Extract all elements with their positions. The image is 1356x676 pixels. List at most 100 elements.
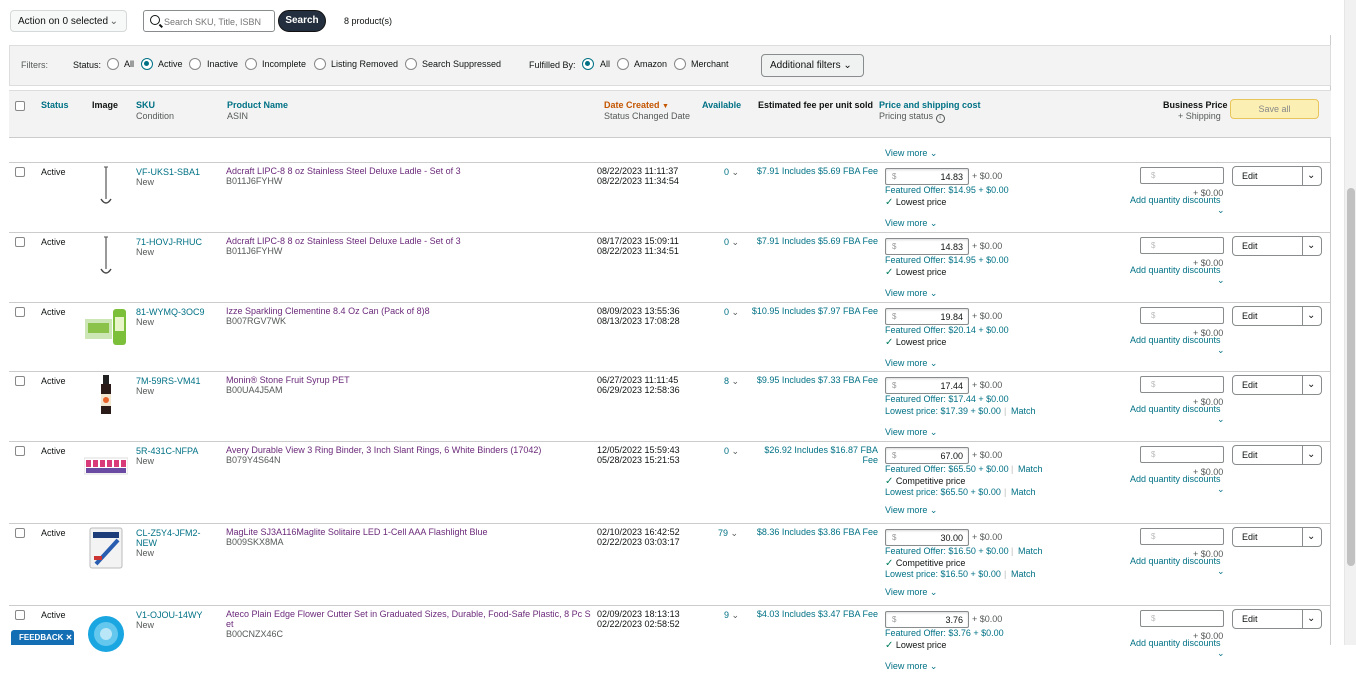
edit-button[interactable]: Edit ⌄	[1232, 306, 1322, 326]
col-product-name[interactable]: Product Name	[227, 100, 288, 111]
bulk-action-dropdown[interactable]: Action on 0 selected ⌄	[10, 10, 127, 32]
price-input[interactable]: $14.83	[885, 168, 969, 185]
featured-match-link[interactable]: Match	[1018, 546, 1043, 556]
status-option-search-suppressed[interactable]: Search Suppressed	[422, 59, 501, 69]
available-dropdown[interactable]: 0 ⌄	[724, 307, 739, 317]
status-option-incomplete[interactable]: Incomplete	[262, 59, 306, 69]
add-quantity-discounts-link[interactable]: Add quantity discounts	[1130, 335, 1221, 345]
estimated-fee-link[interactable]: $9.95 Includes $7.33 FBA Fee	[757, 375, 878, 385]
chevron-down-icon[interactable]: ⌄	[1217, 345, 1225, 355]
chevron-down-icon[interactable]: ⌄	[1217, 566, 1225, 576]
chevron-down-icon[interactable]: ⌄	[1217, 205, 1225, 215]
info-icon[interactable]: i	[935, 114, 945, 123]
chevron-down-icon[interactable]: ⌄	[1307, 531, 1315, 542]
add-quantity-discounts-link[interactable]: Add quantity discounts	[1130, 638, 1221, 648]
business-price-input[interactable]: $	[1140, 376, 1224, 393]
price-input[interactable]: $19.84	[885, 308, 969, 325]
product-name-link[interactable]: Avery Durable View 3 Ring Binder, 3 Inch…	[226, 445, 541, 455]
sku-link[interactable]: V1-OJOU-14WY	[136, 610, 203, 620]
price-input[interactable]: $67.00	[885, 447, 969, 464]
estimated-fee-link[interactable]: $8.36 Includes $3.86 FBA Fee	[757, 527, 878, 537]
chevron-down-icon[interactable]: ⌄	[1217, 414, 1225, 424]
edit-button[interactable]: Edit ⌄	[1232, 609, 1322, 629]
fulfilled-option-merchant[interactable]: Merchant	[691, 59, 729, 69]
chevron-down-icon[interactable]: ⌄	[1307, 613, 1315, 624]
status-option-active[interactable]: Active	[158, 59, 183, 69]
available-dropdown[interactable]: 0 ⌄	[724, 237, 739, 247]
feedback-tab[interactable]: FEEDBACK ✕	[11, 630, 74, 645]
price-input[interactable]: $14.83	[885, 238, 969, 255]
estimated-fee-link[interactable]: $26.92 Includes $16.87 FBA	[764, 445, 878, 455]
sku-link[interactable]: VF-UKS1-SBA1	[136, 167, 200, 177]
scrollbar-thumb[interactable]	[1347, 188, 1355, 566]
business-price-input[interactable]: $	[1140, 167, 1224, 184]
product-image[interactable]	[83, 444, 129, 488]
chevron-down-icon[interactable]: ⌄	[1307, 310, 1315, 321]
available-dropdown[interactable]: 0 ⌄	[724, 446, 739, 456]
add-quantity-discounts-link[interactable]: Add quantity discounts	[1130, 404, 1221, 414]
fulfilled-radio-merchant[interactable]	[674, 58, 686, 70]
chevron-down-icon[interactable]: ⌄	[1307, 379, 1315, 390]
fulfilled-radio-amazon[interactable]	[617, 58, 629, 70]
price-input[interactable]: $3.76	[885, 611, 969, 628]
add-quantity-discounts-link[interactable]: Add quantity discounts	[1130, 265, 1221, 275]
business-price-input[interactable]: $	[1140, 446, 1224, 463]
sku-link-continued[interactable]: NEW	[136, 538, 157, 548]
product-name-link[interactable]: Monin® Stone Fruit Syrup PET	[226, 375, 350, 385]
fulfilled-option-all[interactable]: All	[600, 59, 610, 69]
status-radio-active[interactable]	[141, 58, 153, 70]
sku-link[interactable]: 81-WYMQ-3OC9	[136, 307, 205, 317]
add-quantity-discounts-link[interactable]: Add quantity discounts	[1130, 556, 1221, 566]
sku-link[interactable]: 7M-59RS-VM41	[136, 376, 201, 386]
available-dropdown[interactable]: 8 ⌄	[724, 376, 739, 386]
product-image[interactable]	[84, 165, 128, 209]
row-checkbox[interactable]	[15, 307, 25, 317]
edit-button[interactable]: Edit ⌄	[1232, 445, 1322, 465]
product-name-link[interactable]: Izze Sparkling Clementine 8.4 Oz Can (Pa…	[226, 306, 430, 316]
product-image[interactable]	[84, 235, 128, 279]
business-price-input[interactable]: $	[1140, 610, 1224, 627]
product-image[interactable]	[84, 608, 128, 652]
chevron-down-icon[interactable]: ⌄	[1307, 449, 1315, 460]
search-field[interactable]	[143, 10, 275, 32]
col-sku[interactable]: SKU	[136, 100, 155, 111]
save-all-button[interactable]: Save all	[1230, 99, 1319, 119]
product-name-link[interactable]: MagLite SJ3A116Maglite Solitaire LED 1-C…	[226, 527, 487, 537]
product-image[interactable]	[84, 526, 128, 570]
lowest-match-link[interactable]: Match	[1011, 406, 1036, 416]
chevron-down-icon[interactable]: ⌄	[1217, 275, 1225, 285]
sku-link[interactable]: 71-HOVJ-RHUC	[136, 237, 202, 247]
vertical-scrollbar[interactable]	[1344, 0, 1356, 645]
lowest-match-link[interactable]: Match	[1011, 569, 1036, 579]
chevron-down-icon[interactable]: ⌄	[1307, 170, 1315, 181]
estimated-fee-link[interactable]: $4.03 Includes $3.47 FBA Fee	[757, 609, 878, 619]
search-input[interactable]	[164, 14, 272, 29]
col-status[interactable]: Status	[41, 100, 69, 111]
lowest-match-link[interactable]: Match	[1011, 487, 1036, 497]
business-price-input[interactable]: $	[1140, 237, 1224, 254]
status-option-inactive[interactable]: Inactive	[207, 59, 238, 69]
price-input[interactable]: $17.44	[885, 377, 969, 394]
view-more-link[interactable]: View more ⌄	[885, 148, 937, 159]
row-checkbox[interactable]	[15, 376, 25, 386]
row-checkbox[interactable]	[15, 446, 25, 456]
available-dropdown[interactable]: 79 ⌄	[718, 528, 738, 538]
view-more-link[interactable]: View more ⌄	[885, 505, 937, 515]
select-all-checkbox[interactable]	[15, 101, 25, 111]
sku-link[interactable]: 5R-431C-NFPA	[136, 446, 198, 456]
estimated-fee-continued[interactable]: Fee	[862, 455, 878, 465]
status-radio-inactive[interactable]	[189, 58, 201, 70]
row-checkbox[interactable]	[15, 237, 25, 247]
chevron-down-icon[interactable]: ⌄	[1307, 240, 1315, 251]
search-button[interactable]: Search	[278, 10, 326, 32]
edit-button[interactable]: Edit ⌄	[1232, 527, 1322, 547]
edit-button[interactable]: Edit ⌄	[1232, 236, 1322, 256]
product-name-link[interactable]: Adcraft LIPC-8 8 oz Stainless Steel Delu…	[226, 236, 461, 246]
product-name-link[interactable]: Ateco Plain Edge Flower Cutter Set in Gr…	[226, 609, 591, 619]
add-quantity-discounts-link[interactable]: Add quantity discounts	[1130, 195, 1221, 205]
row-checkbox[interactable]	[15, 167, 25, 177]
col-price[interactable]: Price and shipping cost	[879, 100, 981, 111]
row-checkbox[interactable]	[15, 610, 25, 620]
fulfilled-option-amazon[interactable]: Amazon	[634, 59, 667, 69]
business-price-input[interactable]: $	[1140, 528, 1224, 545]
